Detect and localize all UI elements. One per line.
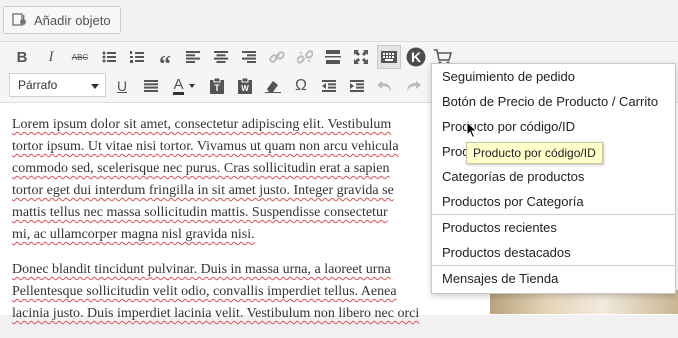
menu-item-recent-products[interactable]: Productos recientes: [432, 215, 675, 240]
line: tortor eget dui interdum fringilla in si…: [12, 183, 394, 198]
menu-item-order-tracking[interactable]: Seguimiento de pedido: [432, 64, 675, 89]
svg-text:W: W: [241, 84, 249, 93]
italic-glyph: I: [48, 48, 54, 65]
add-media-label: Añadir objeto: [34, 12, 111, 28]
strikethrough-icon[interactable]: ABC: [68, 45, 92, 69]
chevron-down-icon: [188, 84, 195, 88]
add-media-button[interactable]: Añadir objeto: [3, 6, 121, 34]
editor-content[interactable]: Lorem ipsum dolor sit amet, consectetur …: [12, 114, 442, 338]
line: commodo sed, scelerisque nec purus. Cras…: [12, 161, 390, 176]
undo-icon[interactable]: [373, 74, 397, 98]
line: Lorem ipsum dolor sit amet, consectetur …: [12, 117, 392, 132]
clear-format-icon[interactable]: [261, 74, 285, 98]
align-left-icon[interactable]: [181, 45, 205, 69]
fullscreen-icon[interactable]: [349, 45, 373, 69]
paste-text-icon[interactable]: T: [205, 74, 229, 98]
bold-glyph: B: [16, 48, 28, 66]
align-right-icon[interactable]: [237, 45, 261, 69]
tooltip: Producto por código/ID: [466, 142, 603, 164]
line: Donec blandit tincidunt pulvinar. Duis i…: [12, 262, 391, 277]
more-tag-icon[interactable]: [321, 45, 345, 69]
paragraph-1: Lorem ipsum dolor sit amet, consectetur …: [12, 114, 442, 246]
numbered-list-icon[interactable]: [125, 45, 149, 69]
text-color-icon[interactable]: A: [166, 74, 202, 98]
indent-icon[interactable]: [345, 74, 369, 98]
mouse-cursor-icon: [466, 120, 478, 144]
k-logo-icon[interactable]: K: [404, 45, 428, 69]
media-icon: [12, 12, 28, 28]
paste-word-icon[interactable]: W: [233, 74, 257, 98]
line: mattis tellus nec massa sollicitudin mat…: [12, 205, 388, 220]
omega-glyph: Ω: [295, 77, 307, 94]
menu-item-product-categories[interactable]: Categorías de productos: [432, 164, 675, 189]
line: tortor ipsum. Ut vitae nisi tortor. Viva…: [12, 139, 399, 154]
k-glyph: K: [411, 49, 421, 65]
svg-text:T: T: [214, 83, 220, 93]
underline-glyph: U: [116, 78, 128, 94]
line: mi, ac ullamcorper magna nisl gravida ni…: [12, 227, 255, 242]
menu-item-featured-products[interactable]: Productos destacados: [432, 240, 675, 265]
strike-glyph: ABC: [71, 52, 89, 62]
line: Pellentesque sollicitudin velit odio, co…: [12, 284, 397, 299]
italic-icon[interactable]: I: [39, 45, 63, 69]
paragraph-2: Donec blandit tincidunt pulvinar. Duis i…: [12, 259, 442, 325]
menu-item-shop-messages[interactable]: Mensajes de Tienda: [432, 266, 675, 291]
unlink-icon[interactable]: [293, 45, 317, 69]
text-color-glyph: A: [173, 75, 184, 95]
omega-icon[interactable]: Ω: [289, 74, 313, 98]
redo-icon[interactable]: [401, 74, 425, 98]
underline-icon[interactable]: U: [110, 74, 134, 98]
outdent-icon[interactable]: [317, 74, 341, 98]
bullet-list-icon[interactable]: [97, 45, 121, 69]
menu-item-products-by-category[interactable]: Productos por Categoría: [432, 189, 675, 214]
menu-item-product-price-button[interactable]: Botón de Precio de Producto / Carrito: [432, 89, 675, 114]
align-center-icon[interactable]: [209, 45, 233, 69]
justify-icon[interactable]: [139, 74, 163, 98]
shortcode-menu: Seguimiento de pedido Botón de Precio de…: [431, 63, 676, 294]
link-icon[interactable]: [265, 45, 289, 69]
bold-icon[interactable]: B: [10, 45, 34, 69]
keyboard-icon[interactable]: [377, 45, 401, 69]
